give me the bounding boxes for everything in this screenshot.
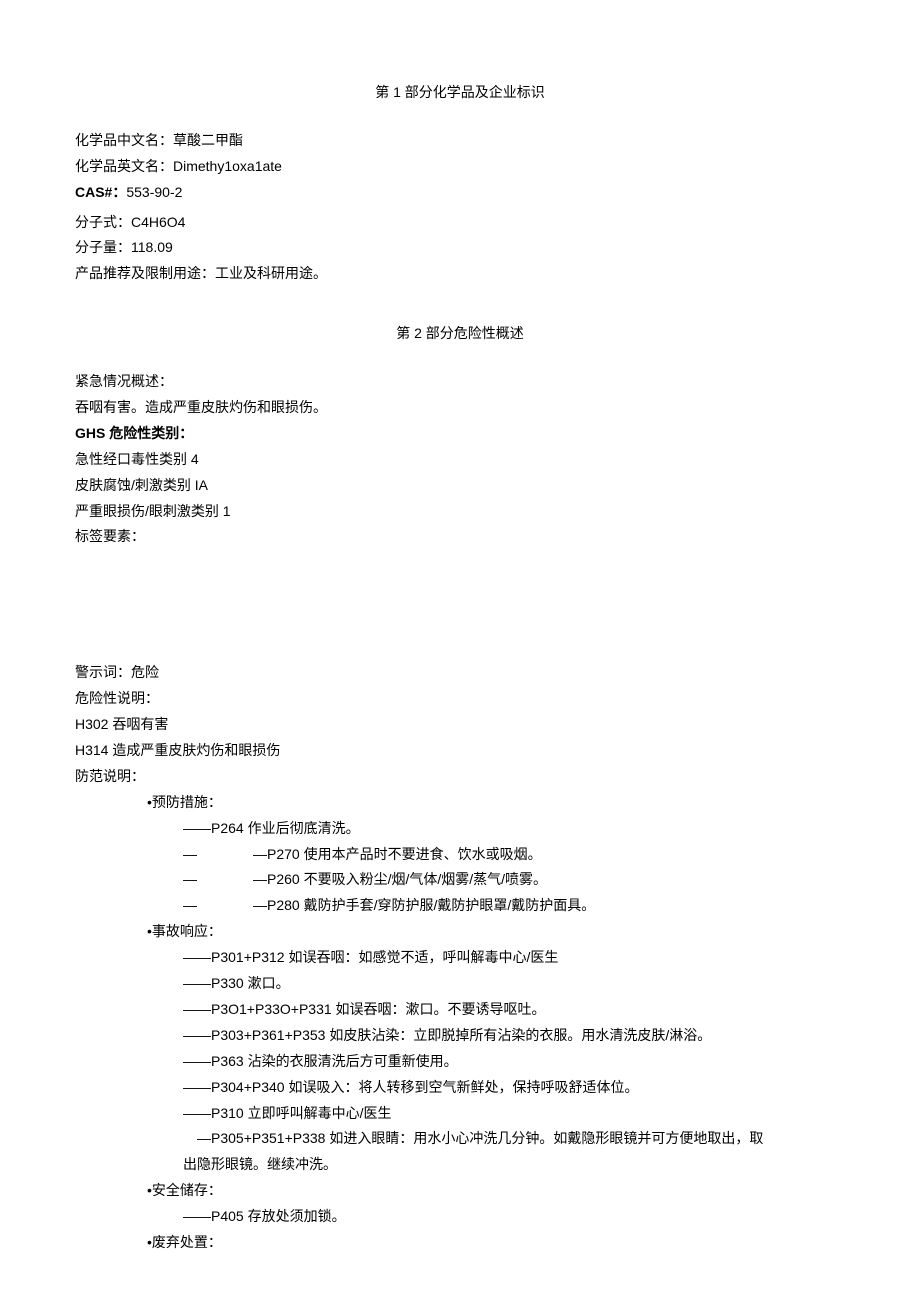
- formula-value: C4H6O4: [131, 214, 185, 230]
- use-line: 产品推荐及限制用途：工业及科研用途。: [75, 261, 845, 287]
- response-header: •事故响应：: [75, 919, 845, 945]
- name-en-value: Dimethy1oxa1ate: [173, 158, 282, 174]
- section1-body: 化学品中文名：草酸二甲酯 化学品英文名：Dimethy1oxa1ate CAS#…: [75, 128, 845, 287]
- mw-value: 118.09: [131, 239, 173, 255]
- p301p312: ——P301+P312 如误吞咽：如感觉不适，呼叫解毒中心/医生: [75, 945, 845, 971]
- storage-header: •安全储存：: [75, 1178, 845, 1204]
- p280-text: —P280 戴防护手套/穿防护服/戴防护眼罩/戴防护面具。: [253, 897, 595, 913]
- signal-value: 危险: [131, 664, 159, 680]
- p301p330p331: ——P3O1+P33O+P331 如误吞咽：漱口。不要诱导呕吐。: [75, 997, 845, 1023]
- ghs-label: GHS 危险性类别：: [75, 421, 845, 447]
- name-en-label: 化学品英文名：: [75, 158, 173, 174]
- p270: — —P270 使用本产品时不要进食、饮水或吸烟。: [75, 842, 845, 868]
- p405: ——P405 存放处须加锁。: [75, 1204, 845, 1230]
- ghs-label-text: GHS 危险性类别：: [75, 425, 193, 441]
- section1-title: 第 1 部分化学品及企业标识: [75, 80, 845, 106]
- name-cn-label: 化学品中文名：: [75, 132, 173, 148]
- mw-label: 分子量：: [75, 239, 131, 255]
- disposal-header: •废弃处置：: [75, 1230, 845, 1256]
- signal-line: 警示词：危险: [75, 660, 845, 686]
- p304p340: ——P304+P340 如误吸入：将人转移到空气新鲜处，保持呼吸舒适体位。: [75, 1075, 845, 1101]
- use-label: 产品推荐及限制用途：: [75, 265, 215, 281]
- label-elem-label: 标签要素：: [75, 524, 845, 550]
- p280-dash1: —: [183, 893, 203, 919]
- precaution-label: 防范说明：: [75, 764, 845, 790]
- ghs-3: 严重眼损伤/眼刺激类别 1: [75, 499, 845, 525]
- prevention-header: •预防措施：: [75, 790, 845, 816]
- formula-line: 分子式：C4H6O4: [75, 210, 845, 236]
- p260-dash1: —: [183, 867, 203, 893]
- use-value: 工业及科研用途。: [215, 265, 327, 281]
- name-cn-value: 草酸二甲酯: [173, 132, 243, 148]
- hazard-label: 危险性说明：: [75, 686, 845, 712]
- p260: — —P260 不要吸入粉尘/烟/气体/烟雾/蒸气/喷雾。: [75, 867, 845, 893]
- section2-body: 紧急情况概述： 吞咽有害。造成严重皮肤灼伤和眼损伤。 GHS 危险性类别： 急性…: [75, 369, 845, 1256]
- p280: — —P280 戴防护手套/穿防护服/戴防护眼罩/戴防护面具。: [75, 893, 845, 919]
- p330: ——P330 漱口。: [75, 971, 845, 997]
- p363: ——P363 沾染的衣服清洗后方可重新使用。: [75, 1049, 845, 1075]
- emergency-text: 吞咽有害。造成严重皮肤灼伤和眼损伤。: [75, 395, 845, 421]
- h302: H302 吞咽有害: [75, 712, 845, 738]
- h314: H314 造成严重皮肤灼伤和眼损伤: [75, 738, 845, 764]
- p310: ——P310 立即呼叫解毒中心/医生: [75, 1101, 845, 1127]
- pictogram-space: [75, 550, 845, 660]
- cas-value: 553-90-2: [126, 184, 182, 200]
- p305-line2: 出隐形眼镜。继续冲洗。: [75, 1152, 845, 1178]
- p305-line1: —P305+P351+P338 如进入眼睛：用水小心冲洗几分钟。如戴隐形眼镜并可…: [75, 1126, 845, 1152]
- signal-label: 警示词：: [75, 664, 131, 680]
- mw-line: 分子量：118.09: [75, 235, 845, 261]
- p264: ——P264 作业后彻底清洗。: [75, 816, 845, 842]
- p270-dash1: —: [183, 842, 203, 868]
- formula-label: 分子式：: [75, 214, 131, 230]
- emergency-label: 紧急情况概述：: [75, 369, 845, 395]
- p260-text: —P260 不要吸入粉尘/烟/气体/烟雾/蒸气/喷雾。: [253, 871, 547, 887]
- p303p361p353: ——P303+P361+P353 如皮肤沾染：立即脱掉所有沾染的衣服。用水清洗皮…: [75, 1023, 845, 1049]
- section2-title: 第 2 部分危险性概述: [75, 321, 845, 347]
- cas-label: CAS#：: [75, 184, 126, 200]
- ghs-1: 急性经口毒性类别 4: [75, 447, 845, 473]
- name-en-line: 化学品英文名：Dimethy1oxa1ate: [75, 154, 845, 180]
- ghs-2: 皮肤腐蚀/刺激类别 IA: [75, 473, 845, 499]
- cas-line: CAS#：553-90-2: [75, 180, 845, 206]
- p270-text: —P270 使用本产品时不要进食、饮水或吸烟。: [253, 846, 542, 862]
- name-cn-line: 化学品中文名：草酸二甲酯: [75, 128, 845, 154]
